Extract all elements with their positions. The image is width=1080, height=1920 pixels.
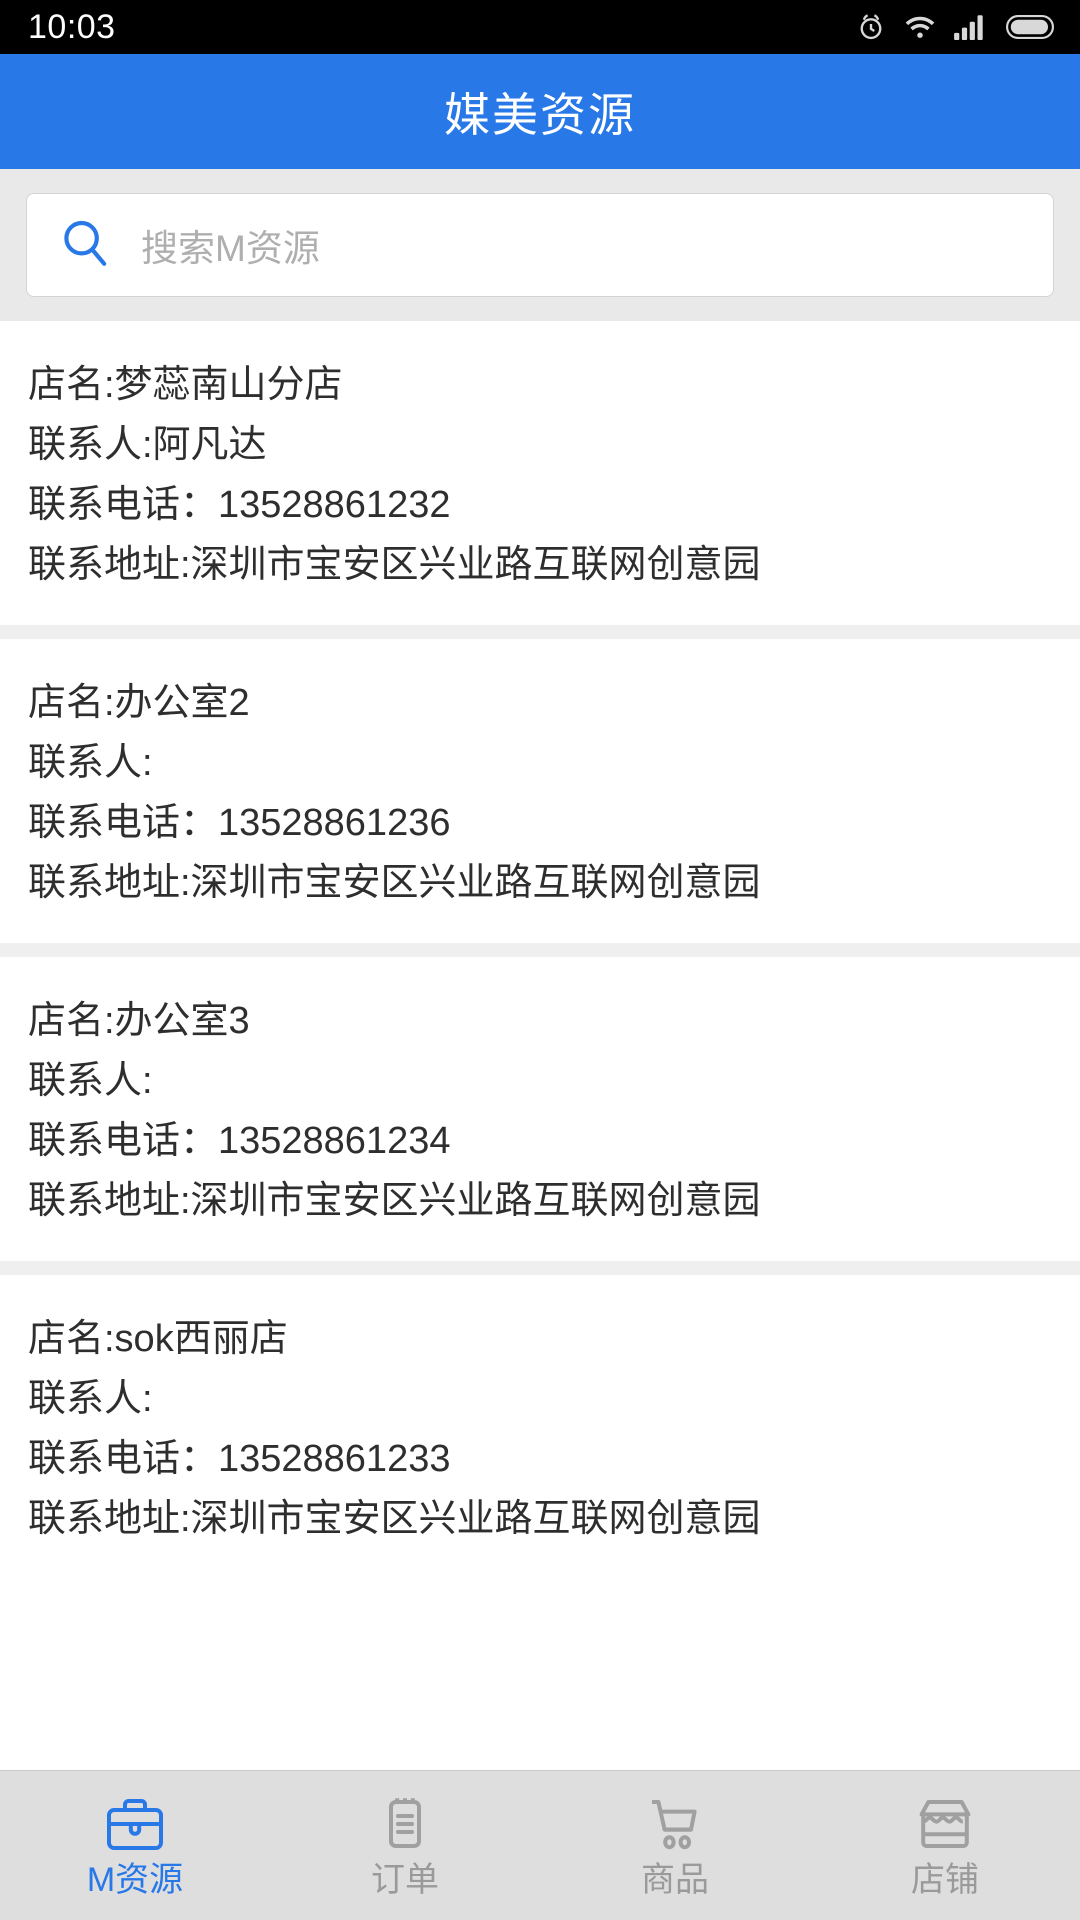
bottom-navigation: M资源 订单 商品 店铺 — [0, 1770, 1080, 1920]
app-header: 媒美资源 — [0, 54, 1080, 169]
status-icon-group — [856, 12, 1054, 42]
list-divider — [0, 943, 1080, 958]
status-time: 10:03 — [28, 8, 116, 46]
tab-m-resource[interactable]: M资源 — [0, 1771, 270, 1920]
contact-person: 联系人: — [28, 1060, 153, 1103]
list-item[interactable]: 店名:梦蕊南山分店 联系人:阿凡达 联系电话：13528861232 联系地址:… — [0, 321, 1080, 626]
alarm-icon — [856, 12, 886, 42]
contact-phone: 联系电话：13528861234 — [28, 1120, 451, 1163]
search-section: 搜索M资源 — [0, 169, 1080, 321]
list-item[interactable]: 店名:办公室2 联系人: 联系电话：13528861236 联系地址:深圳市宝安… — [0, 639, 1080, 944]
tab-label: M资源 — [86, 1860, 184, 1899]
battery-icon — [1006, 14, 1054, 40]
status-bar: 10:03 — [0, 0, 1080, 54]
app-screen: 10:03 媒美资源 搜索M资源 店名:梦蕊南山分店 联系人:阿凡达 联系电话：… — [0, 0, 1080, 1920]
shop-name: 店名:办公室3 — [28, 1000, 250, 1043]
search-icon — [57, 215, 113, 276]
search-placeholder: 搜索M资源 — [141, 228, 320, 269]
list-divider — [0, 625, 1080, 640]
tab-label: 订单 — [371, 1860, 439, 1899]
contact-person: 联系人:阿凡达 — [28, 424, 267, 467]
contact-address: 联系地址:深圳市宝安区兴业路互联网创意园 — [28, 1498, 761, 1541]
list-item[interactable]: 店名:办公室3 联系人: 联系电话：13528861234 联系地址:深圳市宝安… — [0, 957, 1080, 1262]
contact-phone: 联系电话：13528861233 — [28, 1438, 451, 1481]
resource-list[interactable]: 店名:梦蕊南山分店 联系人:阿凡达 联系电话：13528861232 联系地址:… — [0, 321, 1080, 1920]
contact-person: 联系人: — [28, 742, 153, 785]
contact-address: 联系地址:深圳市宝安区兴业路互联网创意园 — [28, 1180, 761, 1223]
contact-address: 联系地址:深圳市宝安区兴业路互联网创意园 — [28, 544, 761, 587]
page-title: 媒美资源 — [444, 88, 636, 141]
signal-icon — [954, 14, 988, 40]
tab-products[interactable]: 商品 — [540, 1771, 810, 1920]
list-divider — [0, 1261, 1080, 1276]
shop-name: 店名:梦蕊南山分店 — [28, 364, 343, 406]
search-input[interactable]: 搜索M资源 — [26, 193, 1054, 297]
tab-label: 店铺 — [911, 1860, 979, 1899]
contact-phone: 联系电话：13528861232 — [28, 484, 451, 527]
shop-name: 店名:sok西丽店 — [28, 1318, 288, 1361]
tab-stores[interactable]: 店铺 — [810, 1771, 1080, 1920]
briefcase-icon — [104, 1795, 166, 1857]
contact-phone: 联系电话：13528861236 — [28, 802, 451, 845]
shop-name: 店名:办公室2 — [28, 682, 250, 725]
shopping-cart-icon — [644, 1795, 706, 1857]
contact-address: 联系地址:深圳市宝安区兴业路互联网创意园 — [28, 862, 761, 905]
list-item[interactable]: 店名:sok西丽店 联系人: 联系电话：13528861233 联系地址:深圳市… — [0, 1275, 1080, 1580]
tab-orders[interactable]: 订单 — [270, 1771, 540, 1920]
order-list-icon — [374, 1795, 436, 1857]
contact-person: 联系人: — [28, 1378, 153, 1421]
wifi-icon — [904, 14, 936, 40]
tab-label: 商品 — [641, 1860, 709, 1899]
store-icon — [914, 1795, 976, 1857]
